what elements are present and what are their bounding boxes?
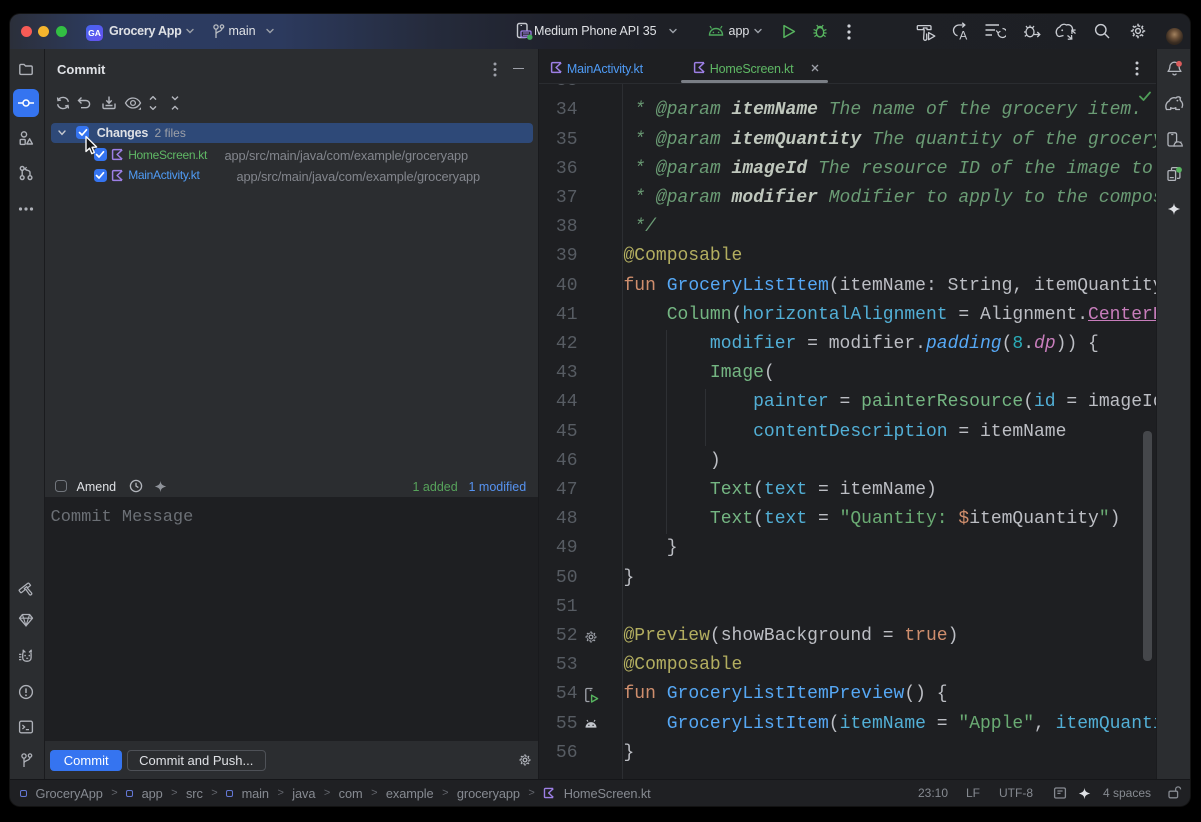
svg-text:A: A [959, 29, 967, 42]
